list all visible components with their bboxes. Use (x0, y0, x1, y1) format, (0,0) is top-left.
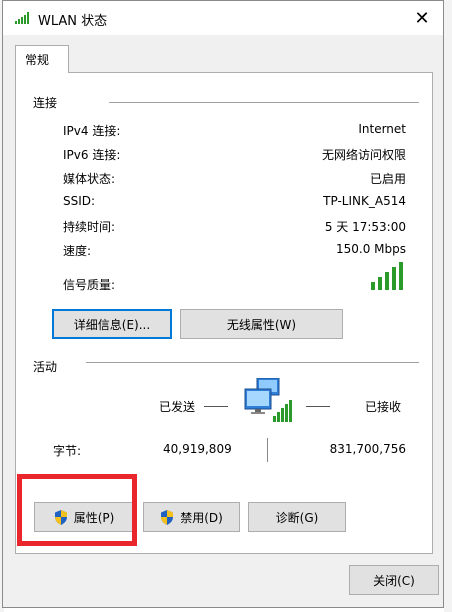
connection-section-header: 连接 (33, 96, 58, 110)
section-divider (109, 102, 419, 103)
media-state-value: 已启用 (369, 172, 406, 186)
bytes-label: 字节: (53, 444, 82, 458)
window-title: WLAN 状态 (38, 14, 108, 29)
ipv6-label: IPv6 连接: (63, 148, 121, 162)
ssid-label: SSID: (63, 194, 96, 208)
duration-label: 持续时间: (63, 220, 116, 234)
bytes-divider (267, 438, 268, 462)
title-bar: WLAN 状态 ✕ (3, 1, 443, 35)
wireless-properties-button[interactable]: 无线属性(W) (180, 309, 343, 339)
close-icon[interactable]: ✕ (411, 7, 433, 29)
duration-value: 5 天 17:53:00 (324, 220, 406, 234)
properties-button-label: 属性(P) (73, 510, 115, 525)
ipv4-value: Internet (358, 122, 406, 136)
speed-value: 150.0 Mbps (335, 242, 406, 256)
received-line (306, 406, 330, 407)
media-state-label: 媒体状态: (63, 172, 116, 186)
bytes-sent-value: 40,919,809 (163, 442, 232, 456)
details-button-label: 详细信息(E)... (73, 317, 151, 332)
properties-button[interactable]: 属性(P) (34, 502, 134, 532)
speed-label: 速度: (63, 244, 92, 258)
bytes-received-value: 831,700,756 (329, 442, 406, 456)
uac-shield-icon (54, 509, 67, 525)
section-divider (86, 362, 419, 363)
disable-button-label: 禁用(D) (180, 510, 223, 525)
uac-shield-icon (161, 509, 174, 525)
wireless-properties-button-label: 无线属性(W) (226, 317, 297, 332)
signal-icon (15, 12, 29, 24)
activity-section-header: 活动 (33, 360, 58, 374)
disable-button[interactable]: 禁用(D) (143, 502, 240, 532)
signal-quality-label: 信号质量: (63, 278, 116, 292)
sent-line (204, 406, 228, 407)
network-computers-icon (244, 378, 292, 422)
close-button-label: 关闭(C) (373, 573, 415, 588)
wlan-status-dialog: WLAN 状态 ✕ 常规 连接 IPv4 连接: Internet IPv6 连… (2, 0, 444, 608)
ipv6-value: 无网络访问权限 (321, 148, 406, 162)
diagnose-button-label: 诊断(G) (275, 510, 319, 525)
received-label: 已接收 (365, 400, 402, 414)
diagnose-button[interactable]: 诊断(G) (248, 502, 346, 532)
close-button[interactable]: 关闭(C) (349, 565, 439, 595)
ssid-value: TP-LINK_A514 (323, 194, 406, 208)
sent-label: 已发送 (159, 400, 196, 414)
signal-strength-icon (371, 262, 403, 290)
background-window-right (444, 0, 452, 612)
ipv4-label: IPv4 连接: (63, 124, 121, 138)
tab-panel: 连接 IPv4 连接: Internet IPv6 连接: 无网络访问权限 媒体… (15, 72, 433, 554)
tab-general[interactable]: 常规 (15, 45, 69, 73)
details-button[interactable]: 详细信息(E)... (52, 309, 172, 339)
